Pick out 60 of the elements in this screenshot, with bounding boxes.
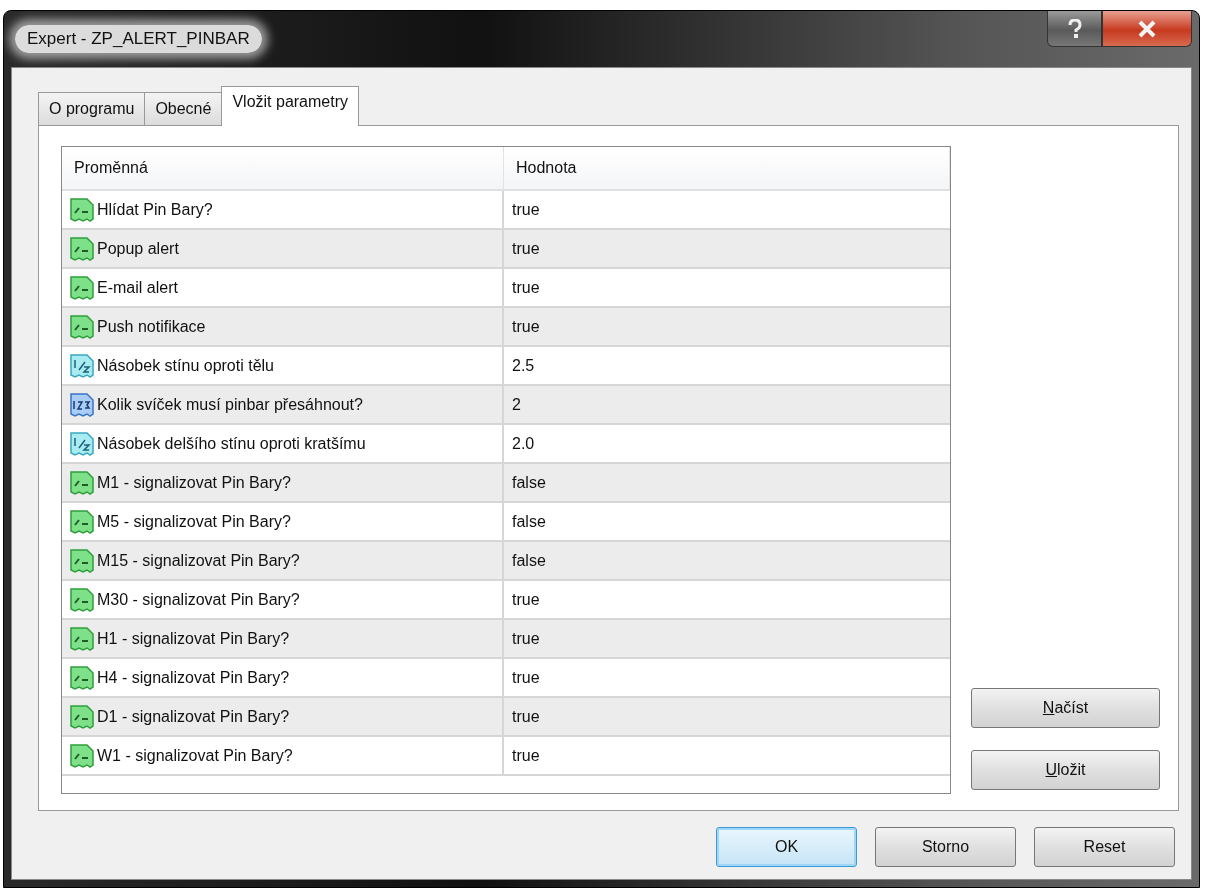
column-header[interactable]: Hodnota bbox=[504, 147, 950, 189]
help-button[interactable] bbox=[1047, 11, 1102, 47]
table-cell[interactable]: true bbox=[504, 698, 950, 735]
tab[interactable]: O programu bbox=[38, 92, 146, 126]
table-cell[interactable]: 2.0 bbox=[504, 425, 950, 462]
help-icon bbox=[1067, 18, 1082, 39]
parameter-name: E-mail alert bbox=[97, 278, 178, 297]
tab[interactable]: Obecné bbox=[144, 92, 223, 126]
parameter-name: M1 - signalizovat Pin Bary? bbox=[97, 473, 291, 492]
parameter-name: M30 - signalizovat Pin Bary? bbox=[97, 590, 300, 609]
table-cell[interactable]: true bbox=[504, 308, 950, 345]
dialog-button[interactable]: OK bbox=[716, 827, 857, 867]
table-cell[interactable]: true bbox=[504, 269, 950, 306]
switch-icon bbox=[70, 665, 94, 690]
tab[interactable]: Vložit parametry bbox=[221, 86, 359, 126]
load-button[interactable]: Načíst bbox=[971, 688, 1160, 728]
switch-icon bbox=[70, 314, 94, 339]
table-cell[interactable]: true bbox=[504, 230, 950, 267]
table-cell[interactable]: true bbox=[504, 659, 950, 696]
dialog-button[interactable]: Reset bbox=[1034, 827, 1175, 867]
table-cell[interactable]: true bbox=[504, 191, 950, 228]
switch-icon bbox=[70, 548, 94, 573]
parameter-name: D1 - signalizovat Pin Bary? bbox=[97, 707, 290, 726]
fraction-icon bbox=[70, 431, 94, 456]
switch-icon bbox=[70, 743, 94, 768]
parameter-name: Push notifikace bbox=[97, 317, 206, 336]
table-cell[interactable]: true bbox=[504, 620, 950, 657]
table-cell[interactable]: 2 bbox=[504, 386, 950, 423]
table-cell[interactable]: true bbox=[504, 581, 950, 618]
switch-icon bbox=[70, 626, 94, 651]
parameter-name: Násobek delšího stínu oproti kratšímu bbox=[97, 434, 366, 453]
switch-icon bbox=[70, 509, 94, 534]
switch-icon bbox=[70, 470, 94, 495]
column-header[interactable]: Proměnná bbox=[62, 147, 504, 189]
switch-icon bbox=[70, 275, 94, 300]
close-icon bbox=[1137, 19, 1157, 38]
parameter-name: Násobek stínu oproti tělu bbox=[97, 356, 274, 375]
switch-icon bbox=[70, 236, 94, 261]
parameter-name: M5 - signalizovat Pin Bary? bbox=[97, 512, 291, 531]
switch-icon bbox=[70, 197, 94, 222]
table-cell[interactable]: false bbox=[504, 542, 950, 579]
table-cell[interactable]: false bbox=[504, 464, 950, 501]
parameter-name: W1 - signalizovat Pin Bary? bbox=[97, 746, 293, 765]
save-button[interactable]: Uložit bbox=[971, 750, 1160, 790]
table-cell[interactable]: false bbox=[504, 503, 950, 540]
switch-icon bbox=[70, 587, 94, 612]
dialog-button[interactable]: Storno bbox=[875, 827, 1016, 867]
window-title: Expert - ZP_ALERT_PINBAR bbox=[15, 25, 262, 53]
parameter-name: Popup alert bbox=[97, 239, 179, 258]
switch-icon bbox=[70, 704, 94, 729]
number-icon bbox=[70, 392, 94, 417]
parameter-name: M15 - signalizovat Pin Bary? bbox=[97, 551, 300, 570]
close-button[interactable] bbox=[1102, 11, 1192, 47]
parameter-name: H4 - signalizovat Pin Bary? bbox=[97, 668, 290, 687]
table-cell[interactable]: true bbox=[504, 737, 950, 774]
table-cell[interactable]: 2.5 bbox=[504, 347, 950, 384]
parameter-name: Kolik svíček musí pinbar přesáhnout? bbox=[97, 395, 363, 414]
parameter-name: H1 - signalizovat Pin Bary? bbox=[97, 629, 290, 648]
fraction-icon bbox=[70, 353, 94, 378]
parameter-name: Hlídat Pin Bary? bbox=[97, 200, 213, 219]
